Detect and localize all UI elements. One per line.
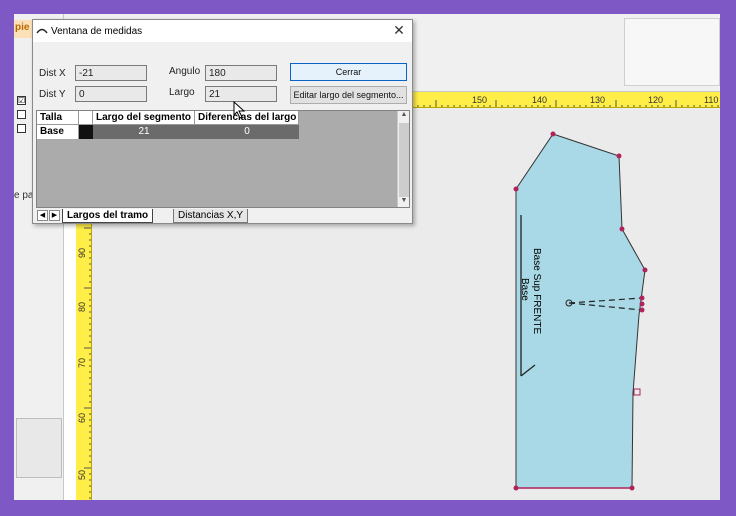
- toolbar-panel: [624, 18, 720, 86]
- app-window: pie ☑ e pa 150 140 130 120 110 90 80 70 …: [14, 14, 720, 500]
- mouse-cursor-icon: [233, 101, 246, 119]
- checkbox-3[interactable]: [17, 124, 26, 133]
- scroll-thumb[interactable]: [399, 123, 409, 197]
- scroll-down-icon[interactable]: ▼: [398, 197, 409, 207]
- measurements-table: Talla Largo del segmento Diferencias del…: [36, 110, 410, 208]
- ruler-label-v50: 50: [77, 469, 87, 480]
- edit-length-button[interactable]: Editar largo del segmento...: [290, 86, 407, 104]
- ruler-label-v70: 70: [77, 357, 87, 368]
- angle-field[interactable]: 180: [205, 65, 277, 81]
- ruler-label-110: 110: [704, 95, 719, 105]
- pattern-label-size: Base: [519, 278, 530, 301]
- ruler-label-140: 140: [532, 95, 548, 105]
- column-header-size: Talla: [37, 111, 79, 125]
- dialog-title: Ventana de medidas: [51, 26, 143, 37]
- dialog-tab-bar: ◀ ▶ Largos del tramo Distancias X,Y: [36, 209, 410, 223]
- distx-label: Dist X: [39, 68, 66, 79]
- tab-prev-icon[interactable]: ◀: [37, 210, 48, 221]
- ruler-label-150: 150: [472, 95, 488, 105]
- notch-marker[interactable]: [633, 388, 641, 396]
- row-difference-cell[interactable]: 0: [195, 125, 299, 139]
- ruler-label-v90: 90: [77, 247, 87, 258]
- close-button[interactable]: Cerrar: [290, 63, 407, 81]
- measurements-dialog: Ventana de medidas ✕ Dist X -21 Dist Y 0…: [32, 19, 413, 224]
- left-panel-box: [16, 418, 62, 478]
- column-header-segment-length: Largo del segmento: [93, 111, 195, 125]
- tab-next-icon[interactable]: ▶: [49, 210, 60, 221]
- table-scrollbar[interactable]: ▲ ▼: [397, 111, 409, 207]
- row-size-cell[interactable]: Base: [37, 125, 79, 139]
- pattern-label-main: Base Sup FRENTE: [531, 248, 542, 334]
- length-field[interactable]: 21: [205, 86, 277, 102]
- scroll-up-icon[interactable]: ▲: [398, 111, 409, 121]
- row-length-cell[interactable]: 21: [93, 125, 195, 139]
- left-panel-label: e pa: [14, 190, 34, 201]
- close-icon[interactable]: ✕: [392, 23, 406, 37]
- length-label: Largo: [169, 87, 195, 98]
- column-header-length-difference: Diferencias del largo: [195, 111, 299, 125]
- tab-xy-distances[interactable]: Distancias X,Y: [173, 209, 249, 223]
- disty-label: Dist Y: [39, 89, 66, 100]
- column-header-color: [79, 111, 93, 125]
- measure-icon: [36, 25, 48, 37]
- ruler-label-v60: 60: [77, 412, 87, 423]
- distx-field[interactable]: -21: [75, 65, 147, 81]
- ruler-label-120: 120: [648, 95, 664, 105]
- tab-segment-lengths[interactable]: Largos del tramo: [62, 209, 154, 223]
- checkbox-2[interactable]: [17, 110, 26, 119]
- angle-label: Angulo: [169, 66, 201, 77]
- ruler-label-v80: 80: [77, 301, 87, 312]
- checkbox-1[interactable]: ☑: [17, 96, 26, 105]
- row-color-swatch: [79, 125, 93, 139]
- ruler-label-130: 130: [590, 95, 606, 105]
- disty-field[interactable]: 0: [75, 86, 147, 102]
- dialog-titlebar[interactable]: Ventana de medidas ✕: [33, 20, 412, 42]
